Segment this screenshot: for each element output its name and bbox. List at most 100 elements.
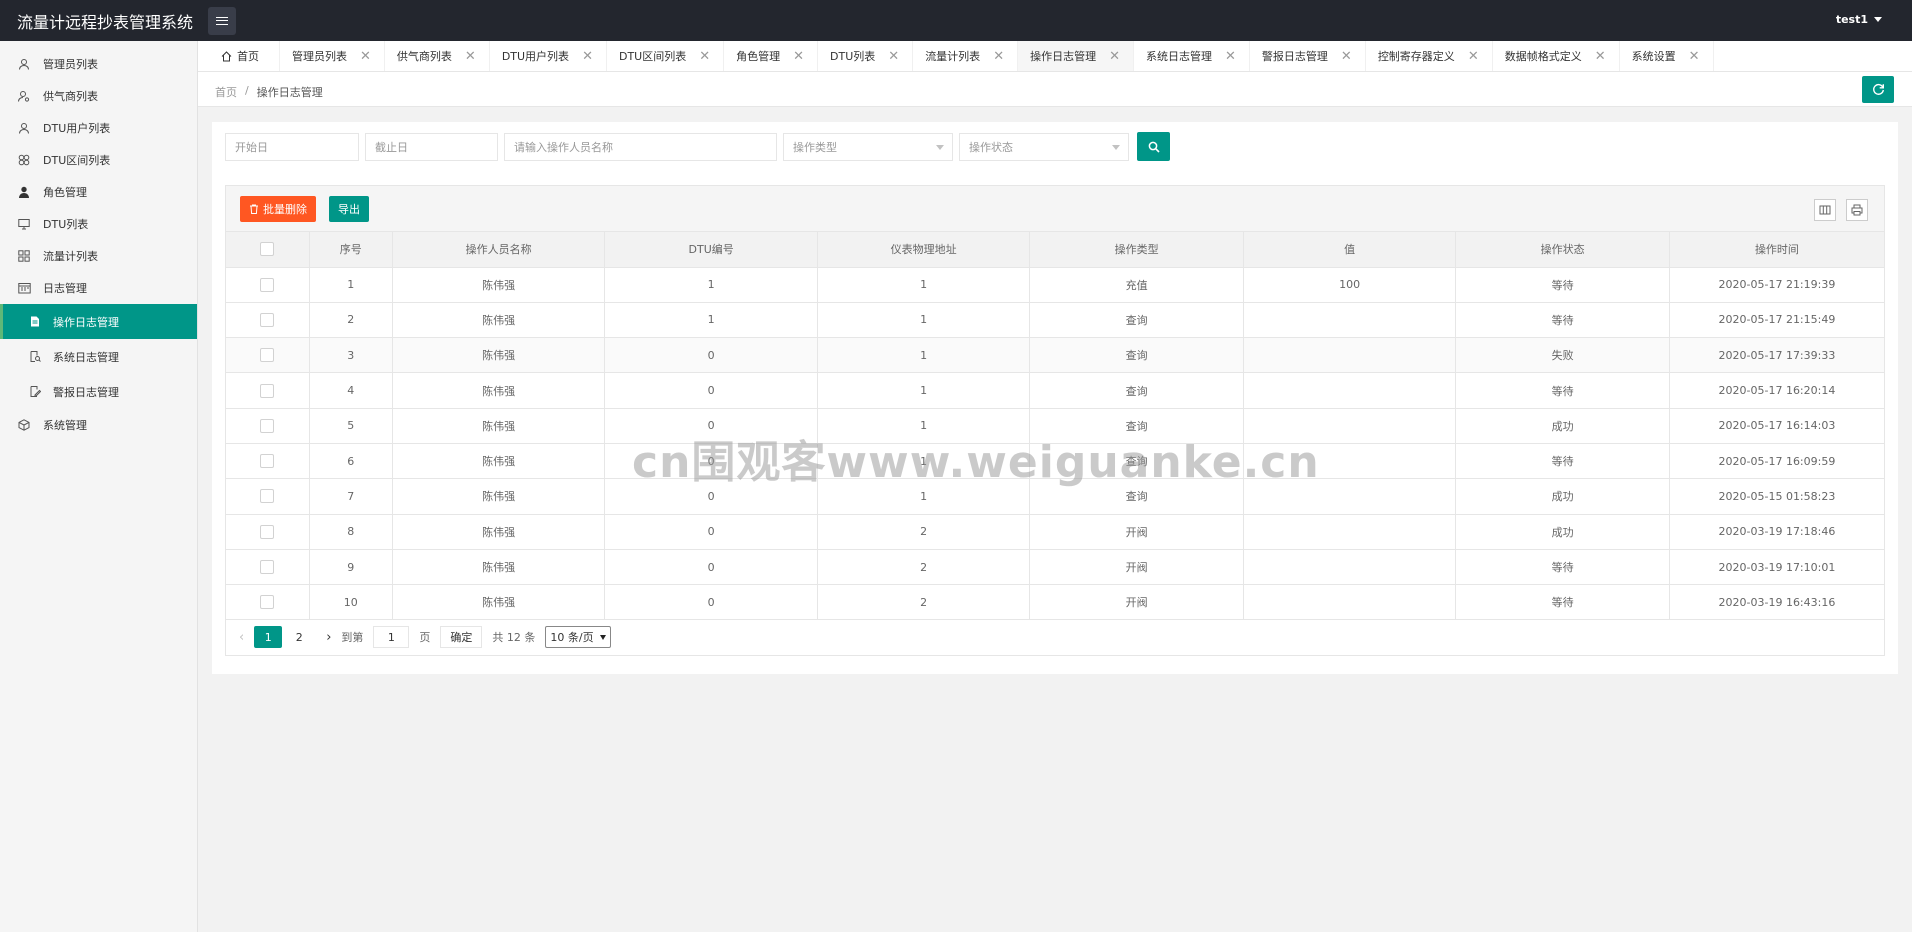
sidebar-subitem-system-log[interactable]: 系统日志管理 [0, 339, 197, 374]
export-button[interactable]: 导出 [329, 196, 369, 222]
tab-frame-format[interactable]: 数据帧格式定义 ✕ [1493, 41, 1620, 71]
row-select-cell [226, 584, 310, 621]
chevron-down-icon [599, 634, 606, 640]
sidebar-subitem-label: 操作日志管理 [53, 315, 119, 329]
operator-name-input[interactable]: 请输入操作人员名称 [504, 132, 777, 161]
sidebar-item-dtu-user-list[interactable]: DTU用户列表 [0, 112, 197, 144]
row-checkbox[interactable] [260, 595, 275, 610]
close-icon[interactable]: ✕ [888, 49, 899, 64]
close-icon[interactable]: ✕ [1595, 49, 1606, 64]
select-all-checkbox[interactable] [260, 242, 275, 257]
row-checkbox[interactable] [260, 418, 275, 433]
row-checkbox[interactable] [260, 277, 275, 292]
close-icon[interactable]: ✕ [699, 49, 710, 64]
table-row[interactable]: 9 陈伟强 0 2 开阀 等待 2020-03-19 17:10:01 [226, 549, 1884, 586]
table-cell: 开阀 [1029, 584, 1244, 621]
column-header[interactable]: 操作状态 [1455, 232, 1670, 268]
sidebar-subitem-alarm-log[interactable]: 警报日志管理 [0, 374, 197, 409]
table-row[interactable]: 8 陈伟强 0 2 开阀 成功 2020-03-19 17:18:46 [226, 514, 1884, 550]
table-row[interactable]: 6 陈伟强 0 1 查询 等待 2020-05-17 16:09:59 [226, 443, 1884, 480]
table-row[interactable]: 2 陈伟强 1 1 查询 等待 2020-05-17 21:15:49 [226, 302, 1884, 339]
row-checkbox[interactable] [260, 489, 275, 504]
close-icon[interactable]: ✕ [1689, 49, 1700, 64]
row-checkbox[interactable] [260, 348, 275, 363]
sidebar-item-log-management[interactable]: 日志管理 [0, 272, 197, 304]
print-button[interactable] [1846, 199, 1868, 221]
column-header[interactable]: 序号 [309, 232, 393, 268]
tab-alarm-log[interactable]: 警报日志管理 ✕ [1250, 41, 1366, 71]
column-header[interactable]: 值 [1243, 232, 1457, 268]
row-checkbox[interactable] [260, 524, 275, 539]
batch-delete-button[interactable]: 批量删除 [240, 196, 316, 222]
tab-dtu-user-list[interactable]: DTU用户列表 ✕ [490, 41, 607, 71]
table-row[interactable]: 10 陈伟强 0 2 开阀 等待 2020-03-19 16:43:16 [226, 584, 1884, 621]
prev-page-icon[interactable]: ‹ [239, 630, 244, 645]
column-header[interactable]: 操作类型 [1029, 232, 1244, 268]
operation-status-select[interactable]: 操作状态 [959, 132, 1129, 161]
column-filter-button[interactable] [1814, 199, 1836, 221]
row-checkbox[interactable] [260, 312, 275, 327]
table-row[interactable]: 4 陈伟强 0 1 查询 等待 2020-05-17 16:20:14 [226, 372, 1884, 409]
table-cell: 成功 [1455, 478, 1670, 515]
row-select-cell [226, 408, 310, 444]
sidebar-item-dtu-list[interactable]: DTU列表 [0, 208, 197, 240]
sidebar-item-role-management[interactable]: 角色管理 [0, 176, 197, 208]
row-checkbox[interactable] [260, 454, 275, 469]
sidebar-item-flowmeter-list[interactable]: 流量计列表 [0, 240, 197, 272]
tab-control-register[interactable]: 控制寄存器定义 ✕ [1366, 41, 1493, 71]
tab-dtu-range-list[interactable]: DTU区间列表 ✕ [607, 41, 725, 71]
table-row[interactable]: 7 陈伟强 0 1 查询 成功 2020-05-15 01:58:23 [226, 478, 1884, 515]
close-icon[interactable]: ✕ [1341, 49, 1352, 64]
row-checkbox[interactable] [260, 383, 275, 398]
page-number-current[interactable]: 1 [254, 626, 283, 648]
breadcrumb-home[interactable]: 首页 [215, 84, 237, 100]
column-header[interactable]: 仪表物理地址 [817, 232, 1031, 268]
start-date-input[interactable]: 开始日 [225, 132, 359, 161]
close-icon[interactable]: ✕ [793, 49, 804, 64]
operation-type-select[interactable]: 操作类型 [783, 132, 953, 161]
column-header[interactable]: 操作人员名称 [392, 232, 606, 268]
table-cell: 查询 [1029, 337, 1244, 374]
menu-toggle-button[interactable] [208, 6, 236, 35]
page-size-select[interactable]: 10 条/页 [545, 626, 611, 648]
table-header-row: 序号 操作人员名称 DTU编号 仪表物理地址 操作类型 值 操作状态 操作时间 [226, 232, 1884, 268]
tab-flowmeter-list[interactable]: 流量计列表 ✕ [913, 41, 1019, 71]
tab-system-log[interactable]: 系统日志管理 ✕ [1134, 41, 1250, 71]
sidebar-item-system-management[interactable]: 系统管理 [0, 409, 197, 441]
next-page-icon[interactable]: › [326, 630, 331, 645]
search-button[interactable] [1137, 132, 1170, 161]
goto-page-input[interactable]: 1 [373, 626, 410, 648]
page-number[interactable]: 2 [285, 626, 313, 648]
close-icon[interactable]: ✕ [993, 49, 1004, 64]
tab-operation-log[interactable]: 操作日志管理 ✕ [1018, 41, 1134, 71]
goto-confirm-button[interactable]: 确定 [440, 626, 483, 648]
start-date-placeholder: 开始日 [235, 140, 268, 154]
table-row[interactable]: 1 陈伟强 1 1 充值 100 等待 2020-05-17 21:19:39 [226, 267, 1884, 303]
column-header[interactable]: 操作时间 [1669, 232, 1884, 268]
close-icon[interactable]: ✕ [582, 49, 593, 64]
sidebar-subitem-operation-log[interactable]: 操作日志管理 [0, 304, 197, 339]
sidebar-item-dtu-range-list[interactable]: DTU区间列表 [0, 144, 197, 176]
close-icon[interactable]: ✕ [465, 49, 476, 64]
sidebar-item-supplier-list[interactable]: 供气商列表 [0, 80, 197, 112]
table-row[interactable]: 5 陈伟强 0 1 查询 成功 2020-05-17 16:14:03 [226, 408, 1884, 444]
tab-system-settings[interactable]: 系统设置 ✕ [1620, 41, 1714, 71]
table-cell [1243, 514, 1457, 550]
close-icon[interactable]: ✕ [360, 49, 371, 64]
row-checkbox[interactable] [260, 560, 275, 575]
table-row[interactable]: 3 陈伟强 0 1 查询 失败 2020-05-17 17:39:33 [226, 337, 1884, 374]
close-icon[interactable]: ✕ [1468, 49, 1479, 64]
refresh-button[interactable] [1862, 76, 1894, 103]
tab-dtu-list[interactable]: DTU列表 ✕ [818, 41, 914, 71]
tab-home[interactable]: 首页 [198, 41, 280, 71]
tab-admin-list[interactable]: 管理员列表 ✕ [280, 41, 385, 71]
tab-role-management[interactable]: 角色管理 ✕ [724, 41, 819, 71]
column-header[interactable]: DTU编号 [604, 232, 818, 268]
table-cell: 1 [604, 302, 818, 339]
end-date-input[interactable]: 截止日 [365, 132, 498, 161]
close-icon[interactable]: ✕ [1109, 49, 1120, 64]
tab-supplier-list[interactable]: 供气商列表 ✕ [385, 41, 490, 71]
sidebar-item-admin-list[interactable]: 管理员列表 [0, 48, 197, 80]
close-icon[interactable]: ✕ [1225, 49, 1236, 64]
user-menu[interactable]: test1 [1836, 13, 1882, 26]
